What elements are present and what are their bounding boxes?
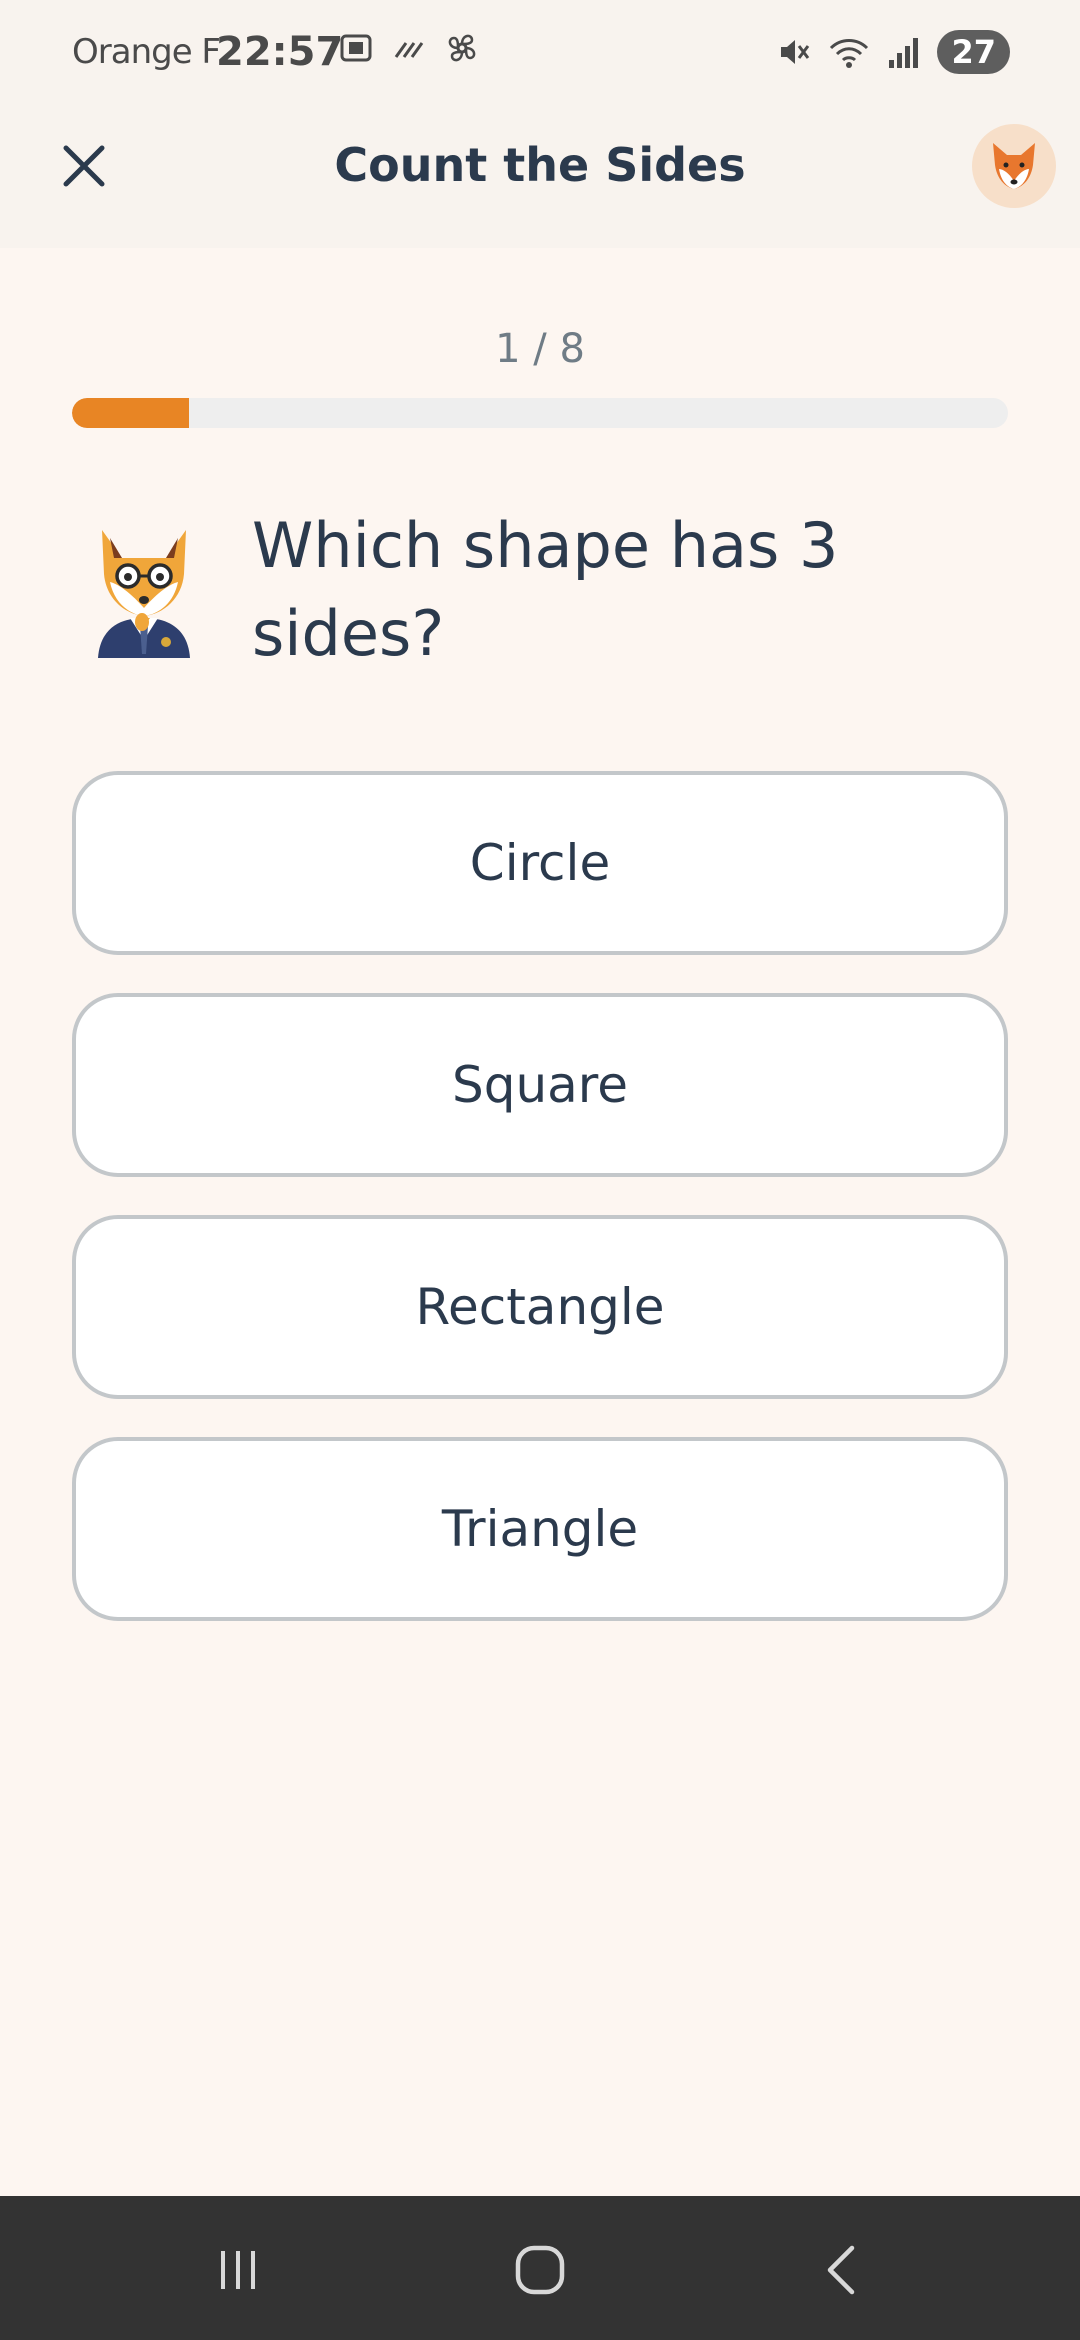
status-bar: Orange F 22:57 27 <box>0 0 1080 100</box>
page-title: Count the Sides <box>334 138 746 192</box>
screenshot-icon <box>340 34 372 62</box>
home-icon <box>515 2245 565 2295</box>
progress-bar <box>72 398 1008 428</box>
fox-face-icon <box>993 143 1035 189</box>
answer-option-square[interactable]: Square <box>72 993 1008 1177</box>
avatar[interactable] <box>972 124 1056 208</box>
fox-mascot-icon <box>98 530 190 658</box>
progress-fill <box>72 398 189 428</box>
mute-icon <box>781 40 810 64</box>
answer-option-rectangle[interactable]: Rectangle <box>72 1215 1008 1399</box>
signal-bars-slash-icon <box>394 42 424 58</box>
recent-apps-icon <box>221 2251 255 2289</box>
home-button[interactable] <box>500 2240 580 2300</box>
recent-apps-button[interactable] <box>198 2240 278 2300</box>
wifi-icon <box>830 39 869 68</box>
system-nav-bar <box>0 2196 1080 2340</box>
carrier-name: Orange F <box>72 32 221 72</box>
progress-label: 1 / 8 <box>495 326 585 372</box>
cell-signal-icon <box>889 38 919 68</box>
back-icon <box>827 2245 855 2295</box>
question-text: Which shape has 3 sides? <box>252 509 839 670</box>
answer-options: Circle Square Rectangle Triangle <box>72 771 1008 1659</box>
status-icons-left <box>338 30 480 66</box>
app-header: Count the Sides <box>0 100 1080 248</box>
answer-option-triangle[interactable]: Triangle <box>72 1437 1008 1621</box>
back-button[interactable] <box>802 2240 882 2300</box>
status-icons-right: 27 <box>775 30 1010 74</box>
battery-indicator: 27 <box>937 30 1010 74</box>
status-time: 22:57 <box>216 29 344 75</box>
pinwheel-icon <box>448 34 476 62</box>
answer-option-circle[interactable]: Circle <box>72 771 1008 955</box>
question-row: Which shape has 3 sides? <box>84 502 1024 670</box>
